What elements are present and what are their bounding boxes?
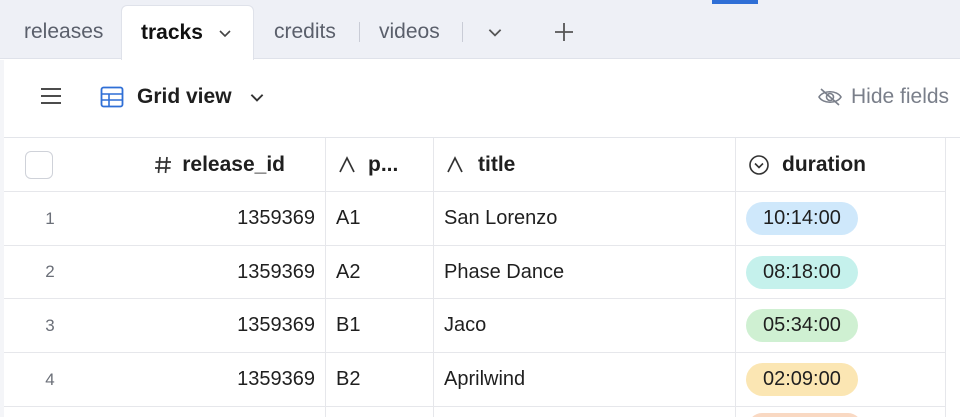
row-number <box>4 407 96 417</box>
column-header-label: p... <box>368 152 399 176</box>
hide-fields-label: Hide fields <box>851 85 950 108</box>
tab-label: credits <box>274 20 336 43</box>
duration-pill: 10:14:00 <box>746 202 858 235</box>
duration-pill: 05:34:00 <box>746 309 858 342</box>
menu-icon <box>40 86 62 111</box>
row-number: 1 <box>45 208 55 228</box>
view-switcher-button[interactable]: Grid view <box>100 85 266 109</box>
column-header-title[interactable]: title <box>434 138 736 191</box>
duration-cell[interactable]: 08:18:00 <box>736 246 947 298</box>
column-header-position[interactable]: p... <box>326 138 434 191</box>
position-cell[interactable]: A1 <box>326 192 434 245</box>
tab-credits[interactable]: credits <box>274 5 336 59</box>
view-toolbar: Grid view Hide fields <box>4 60 960 138</box>
chevron-down-icon <box>248 88 266 106</box>
tab-tracks[interactable]: tracks <box>121 5 254 60</box>
title-cell[interactable] <box>434 407 736 417</box>
title-cell[interactable]: Phase Dance <box>434 246 736 298</box>
hide-fields-button[interactable]: Hide fields <box>817 85 949 109</box>
release-id-cell[interactable]: 1359369 <box>96 192 326 245</box>
chevron-down-icon <box>486 23 504 41</box>
position-cell[interactable]: B1 <box>326 299 434 352</box>
row-number: 2 <box>45 262 55 281</box>
select-all-checkbox[interactable] <box>25 150 53 179</box>
release-id-cell[interactable]: 1359369 <box>96 246 326 298</box>
duration-pill: 08:18:00 <box>746 255 858 289</box>
duration-pill <box>748 413 862 417</box>
column-header-duration[interactable]: duration <box>736 138 947 191</box>
chevron-down-icon[interactable] <box>217 25 233 41</box>
tab-label: releases <box>24 20 104 43</box>
add-field-column <box>945 138 960 417</box>
title-cell[interactable]: Aprilwind <box>434 353 736 406</box>
title-cell[interactable]: Jaco <box>434 299 736 352</box>
table-row[interactable]: 1 1359369 A1 San Lorenzo 10:14:00 <box>4 192 947 246</box>
position-cell[interactable]: A2 <box>326 246 434 298</box>
duration-cell[interactable]: 10:14:00 <box>736 192 947 245</box>
hash-icon <box>154 156 172 174</box>
row-number: 3 <box>45 315 55 335</box>
select-all-cell <box>4 138 74 191</box>
table-tab-bar: releases tracks credits videos <box>0 0 960 60</box>
select-type-icon <box>748 154 770 176</box>
column-header-label: release_id <box>182 152 285 176</box>
release-id-cell[interactable]: 1359369 <box>96 299 326 352</box>
table-row[interactable]: 2 1359369 A2 Phase Dance 08:18:00 <box>4 246 947 299</box>
text-type-icon <box>446 155 464 174</box>
table-row[interactable]: 3 1359369 B1 Jaco 05:34:00 <box>4 299 947 353</box>
tab-videos[interactable]: videos <box>379 5 440 59</box>
title-cell[interactable]: San Lorenzo <box>434 192 736 245</box>
text-type-icon <box>338 155 356 174</box>
column-header-label: duration <box>782 152 866 176</box>
eye-slash-icon <box>817 87 843 107</box>
position-cell[interactable]: B2 <box>326 353 434 406</box>
position-cell[interactable] <box>326 407 434 417</box>
active-indicator <box>712 0 758 4</box>
view-name: Grid view <box>137 85 232 108</box>
table-row[interactable] <box>4 407 947 417</box>
tab-label: videos <box>379 20 440 43</box>
plus-icon <box>553 21 575 43</box>
more-tabs-button[interactable] <box>486 5 504 59</box>
release-id-cell[interactable] <box>96 407 326 417</box>
row-number: 4 <box>45 369 55 389</box>
duration-cell[interactable] <box>736 407 947 417</box>
duration-cell[interactable]: 05:34:00 <box>736 299 947 352</box>
column-header-release-id[interactable]: release_id <box>74 138 326 191</box>
add-table-button[interactable] <box>553 5 575 59</box>
column-header-label: title <box>478 152 516 176</box>
tab-divider <box>462 22 463 42</box>
sidebar-toggle-button[interactable] <box>40 86 62 111</box>
duration-cell[interactable]: 02:09:00 <box>736 353 947 406</box>
grid-view-icon <box>100 86 124 108</box>
tab-divider <box>359 22 360 42</box>
duration-pill: 02:09:00 <box>746 363 858 396</box>
grid-header-row: release_id p... title duration <box>4 138 947 192</box>
table-row[interactable]: 4 1359369 B2 Aprilwind 02:09:00 <box>4 353 947 407</box>
tab-label: tracks <box>141 21 203 44</box>
tab-releases[interactable]: releases <box>24 5 103 59</box>
release-id-cell[interactable]: 1359369 <box>96 353 326 406</box>
